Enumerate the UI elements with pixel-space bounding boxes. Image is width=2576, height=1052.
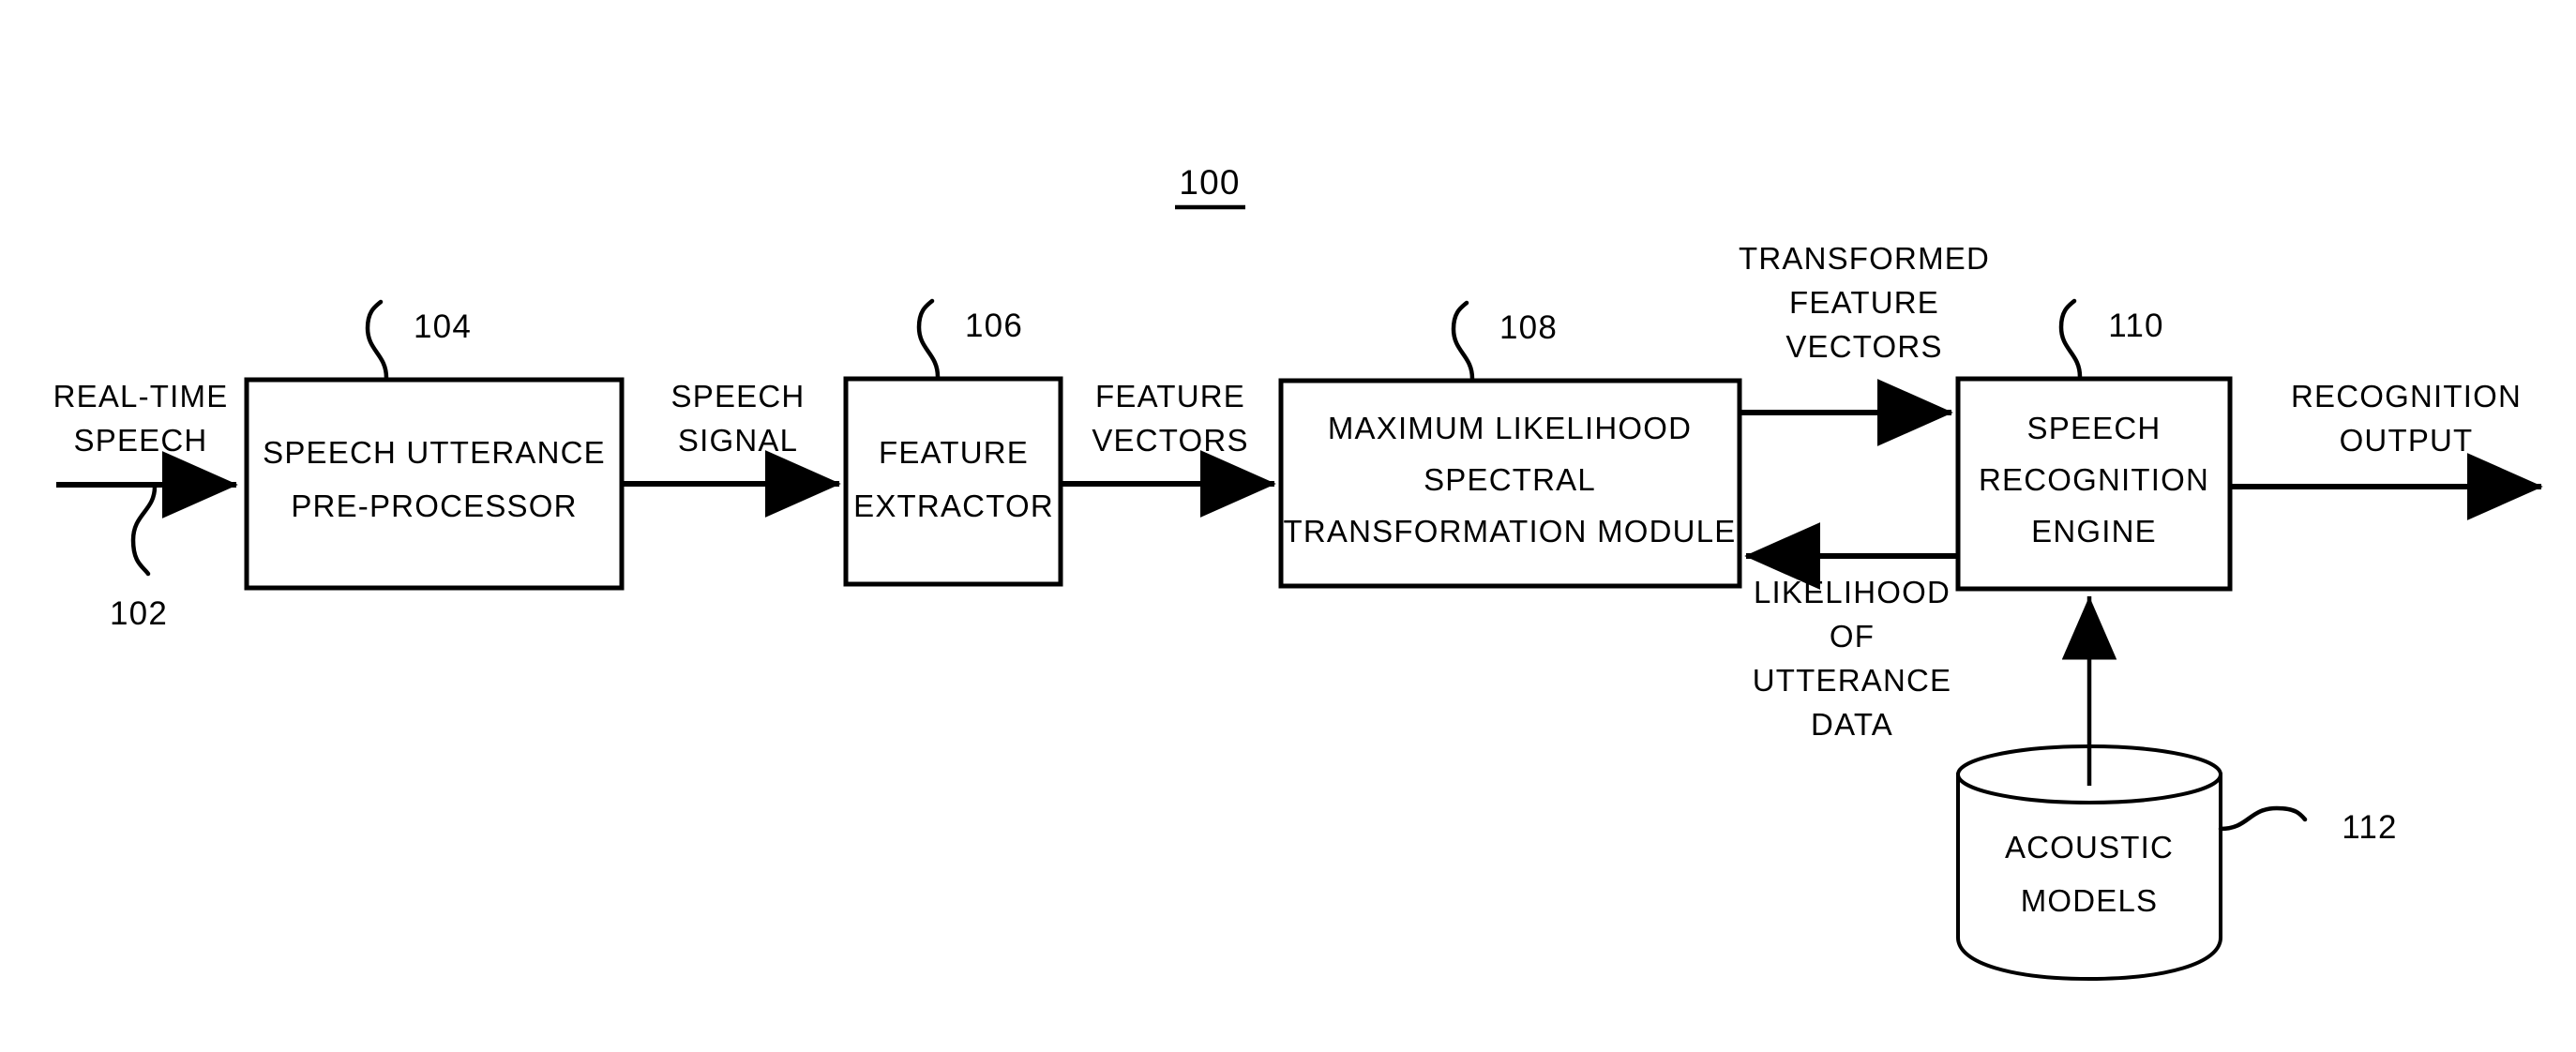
block-108-label-line2: SPECTRAL	[1424, 462, 1596, 497]
likelihood-label-line3: UTTERANCE	[1753, 663, 1951, 698]
transformed-fv-label-line2: FEATURE	[1789, 285, 1939, 320]
input-label-line1: REAL-TIME	[53, 379, 229, 413]
ref-106-leader	[916, 298, 941, 380]
block-108-label-line3: TRANSFORMATION MODULE	[1284, 514, 1737, 549]
ref-102-leader	[130, 484, 158, 577]
ref-110-leader	[2058, 298, 2083, 380]
recognition-output-label-line2: OUTPUT	[2340, 423, 2474, 458]
input-label-line2: SPEECH	[74, 423, 208, 458]
block-104-label-line1: SPEECH UTTERANCE	[263, 435, 606, 470]
block-112-label-line1: ACOUSTIC	[2005, 830, 2174, 864]
feature-vectors-label-line1: FEATURE	[1095, 379, 1245, 413]
likelihood-label-line1: LIKELIHOOD	[1754, 575, 1951, 609]
block-106-label-line2: EXTRACTOR	[853, 488, 1054, 523]
block-106-rect[interactable]	[843, 376, 1063, 587]
figure-title-group: 100	[1175, 163, 1245, 210]
output-recognition-group: RECOGNITION OUTPUT	[2230, 379, 2543, 520]
block-104-rect[interactable]	[244, 377, 625, 591]
acoustic-models-cylinder-body[interactable]	[1956, 773, 2222, 982]
block-108-label-line1: MAXIMUM LIKELIHOOD	[1328, 411, 1692, 445]
block-106-label-line1: FEATURE	[879, 435, 1029, 470]
block-speech-recognition-engine[interactable]: SPEECH RECOGNITION ENGINE 110	[1955, 298, 2233, 592]
likelihood-label-line4: DATA	[1811, 707, 1893, 742]
speech-signal-label-line1: SPEECH	[671, 379, 806, 413]
block-104-label-line2: PRE-PROCESSOR	[291, 488, 577, 523]
ref-number-106: 106	[965, 308, 1023, 344]
ref-number-108: 108	[1499, 309, 1558, 346]
recognition-output-label-line1: RECOGNITION	[2291, 379, 2522, 413]
block-feature-extractor[interactable]: FEATURE EXTRACTOR 106	[843, 298, 1063, 587]
block-acoustic-models[interactable]: ACOUSTIC MODELS 112	[1956, 744, 2398, 982]
ref-104-leader	[365, 299, 389, 381]
block-speech-utterance-pre-processor[interactable]: SPEECH UTTERANCE PRE-PROCESSOR 104	[244, 299, 625, 591]
flow-transformed-feature-vectors-group: TRANSFORMED FEATURE VECTORS	[1739, 241, 1990, 446]
input-real-time-speech-group: REAL-TIME SPEECH 102	[53, 379, 238, 632]
ref-108-leader	[1451, 300, 1475, 382]
likelihood-label-line2: OF	[1830, 619, 1875, 654]
block-112-label-line2: MODELS	[2021, 883, 2159, 918]
feature-vectors-label-line2: VECTORS	[1092, 423, 1248, 458]
transformed-fv-label-line3: VECTORS	[1785, 329, 1942, 364]
patent-figure-canvas: 100 REAL-TIME SPEECH 102 SPEECH UTTERANC…	[0, 0, 2576, 1052]
ref-number-110: 110	[2108, 308, 2163, 344]
block-110-label-line1: SPEECH	[2027, 411, 2162, 445]
block-110-label-line2: RECOGNITION	[1979, 462, 2209, 497]
flow-likelihood-feedback-group: LIKELIHOOD OF UTTERANCE DATA	[1744, 522, 1958, 742]
speech-signal-label-line2: SIGNAL	[678, 423, 798, 458]
ref-112-leader	[2218, 805, 2308, 832]
ref-number-102: 102	[110, 595, 168, 632]
ref-number-104: 104	[414, 308, 472, 345]
ref-number-112: 112	[2342, 809, 2397, 846]
block-maximum-likelihood-spectral-transformation-module[interactable]: MAXIMUM LIKELIHOOD SPECTRAL TRANSFORMATI…	[1278, 300, 1742, 589]
transformed-fv-label-line1: TRANSFORMED	[1739, 241, 1990, 276]
flow-speech-signal-group: SPEECH SIGNAL	[622, 379, 841, 518]
block-110-label-line3: ENGINE	[2031, 514, 2157, 549]
flow-feature-vectors-group: FEATURE VECTORS	[1061, 379, 1276, 518]
figure-title: 100	[1179, 163, 1240, 202]
block-diagram: 100 REAL-TIME SPEECH 102 SPEECH UTTERANC…	[53, 163, 2543, 982]
